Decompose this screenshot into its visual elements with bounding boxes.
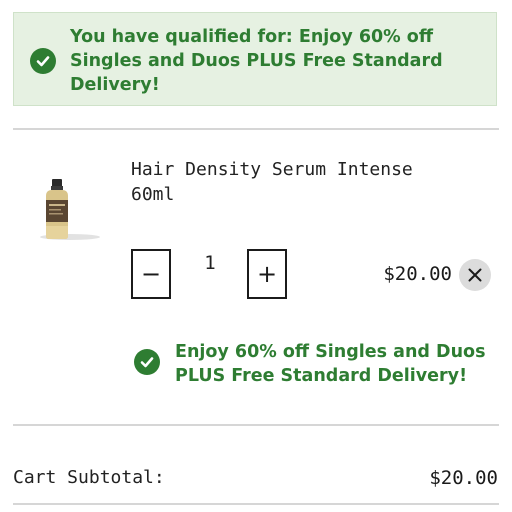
minus-icon: − <box>140 260 162 288</box>
decrease-quantity-button[interactable]: − <box>131 249 171 299</box>
check-circle-icon <box>134 349 160 375</box>
plus-icon: + <box>256 260 278 288</box>
check-circle-icon <box>30 48 56 74</box>
item-promo-text: Enjoy 60% off Singles and Duos PLUS Free… <box>175 342 486 386</box>
divider <box>13 503 499 505</box>
quantity-value[interactable]: 1 <box>190 252 230 274</box>
divider <box>13 128 499 130</box>
product-image[interactable] <box>34 170 102 250</box>
promo-banner: You have qualified for: Enjoy 60% off Si… <box>13 12 497 106</box>
divider <box>13 424 499 426</box>
promo-banner-text: You have qualified for: Enjoy 60% off Si… <box>70 27 443 95</box>
increase-quantity-button[interactable]: + <box>247 249 287 299</box>
remove-item-button[interactable] <box>459 259 491 291</box>
close-icon <box>468 268 482 282</box>
cart-subtotal-label: Cart Subtotal: <box>13 467 165 488</box>
cart-subtotal-value: $20.00 <box>429 467 498 489</box>
product-name[interactable]: Hair Density Serum Intense 60ml <box>131 157 461 207</box>
item-price: $20.00 <box>383 263 452 285</box>
